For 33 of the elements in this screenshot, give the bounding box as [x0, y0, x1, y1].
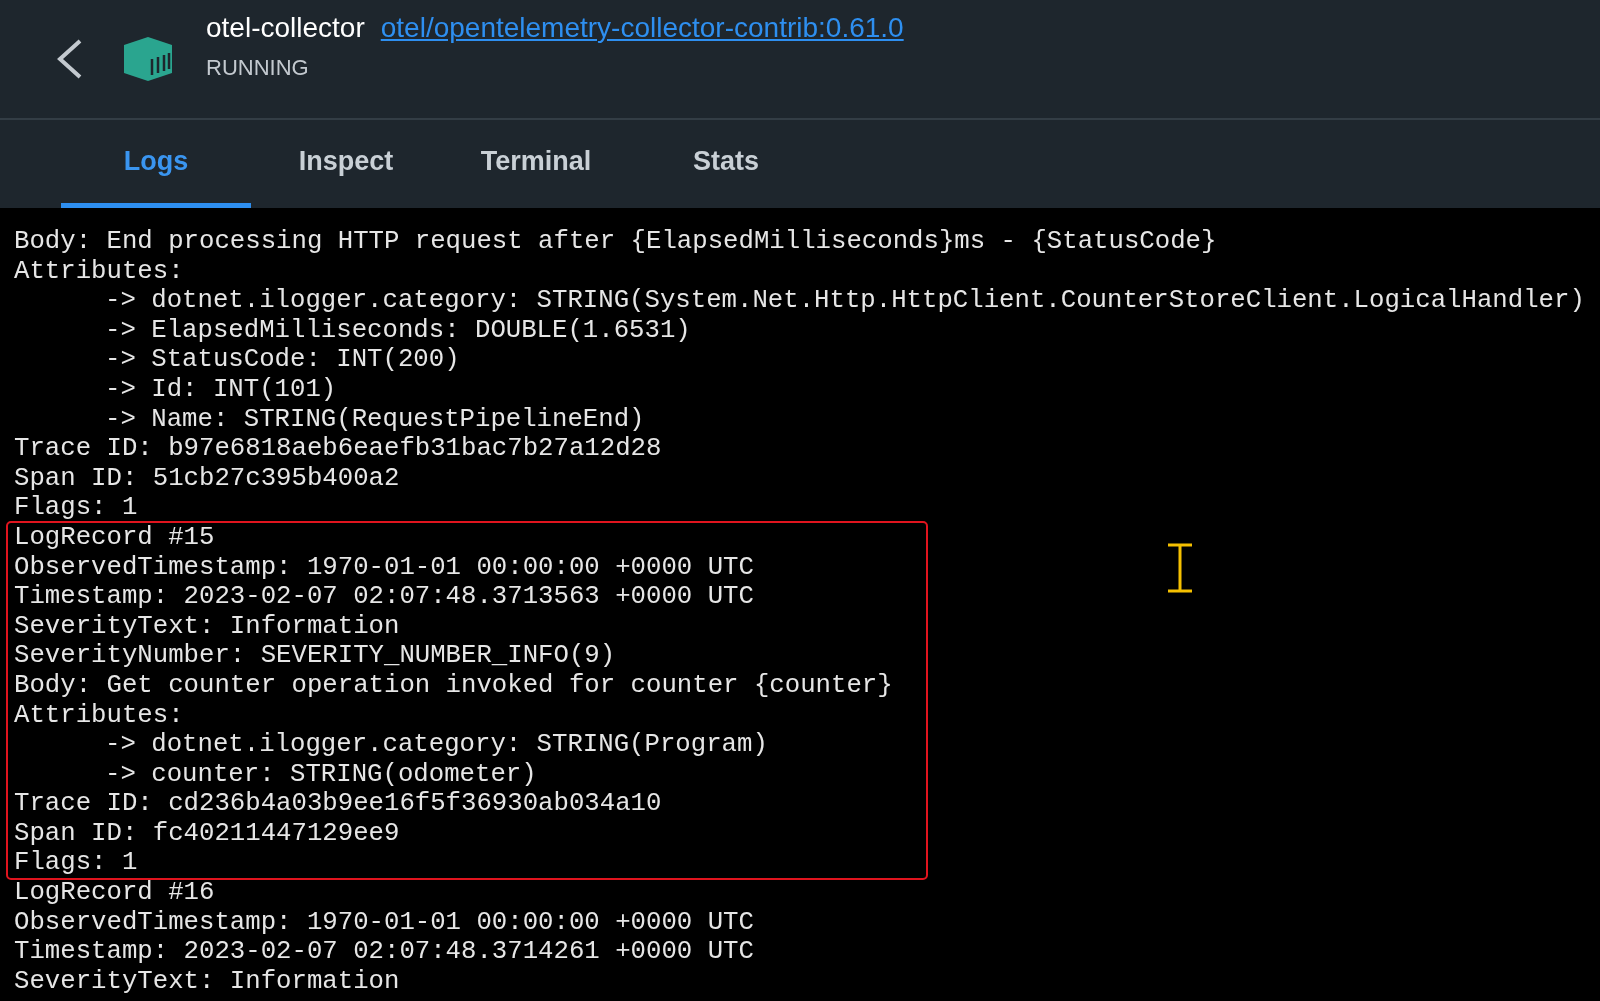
log-line: Timestamp: 2023-02-07 02:07:48.3713563 +0000 UTC [14, 582, 755, 612]
log-line: Trace ID: cd236b4a03b9ee16f5f36930ab034a10 [14, 789, 663, 819]
log-line: Attributes: [14, 700, 185, 731]
image-link[interactable]: otel/opentelemetry-collector-contrib:0.61.0 [380, 6, 904, 49]
log-line: Flags: 1 [14, 848, 139, 879]
log-line: -> counter: STRING(odometer) [104, 759, 538, 790]
log-line: Span ID: 51cb27c395b400a2 [14, 463, 401, 494]
log-line: LogRecord #15 [14, 522, 216, 553]
log-line: SeverityText: Information [14, 966, 401, 997]
log-line: SeverityText: Information [14, 611, 401, 642]
log-line: -> StatusCode: INT(200) [104, 345, 461, 375]
log-line: -> dotnet.ilogger.category: STRING(System.Net.Http.HttpClient.CounterStoreClient.LogicalHandler) [104, 286, 1586, 316]
log-line: Timestamp: 2023-02-07 02:07:48.3714261 +0000 UTC [14, 937, 755, 967]
container-status: RUNNING [206, 53, 310, 82]
tab[interactable]: Stats [631, 120, 821, 208]
log-line: ObservedTimestamp: 1970-01-01 00:00:00 +0000 UTC [14, 907, 755, 938]
tab[interactable]: Terminal [441, 120, 631, 208]
log-line: Body: End processing HTTP request after {ElapsedMilliseconds}ms - {StatusCode} [14, 227, 1218, 257]
tab[interactable]: Inspect [251, 120, 441, 208]
log-line: Attributes: [14, 256, 185, 287]
container-name: otel-collector [206, 10, 365, 45]
log-line: Flags: 1 [14, 493, 139, 523]
log-line: -> ElapsedMilliseconds: DOUBLE(1.6531) [104, 315, 692, 346]
log-line: Trace ID: b97e6818aeb6eaefb31bac7b27a12d28 [14, 434, 663, 464]
log-line: ObservedTimestamp: 1970-01-01 00:00:00 +0000 UTC [14, 552, 755, 583]
log-line: Body: Get counter operation invoked for counter {counter} [14, 670, 894, 701]
log-line: -> dotnet.ilogger.category: STRING(Program) [104, 730, 769, 760]
log-line: -> Name: STRING(RequestPipelineEnd) [104, 404, 646, 435]
log-line: SeverityNumber: SEVERITY_NUMBER_INFO(9) [14, 641, 617, 671]
tab[interactable]: Logs [61, 120, 251, 208]
log-line: LogRecord #16 [14, 878, 216, 908]
log-line: Span ID: fc40211447129ee9 [14, 818, 401, 849]
log-line: -> Id: INT(101) [104, 374, 338, 405]
